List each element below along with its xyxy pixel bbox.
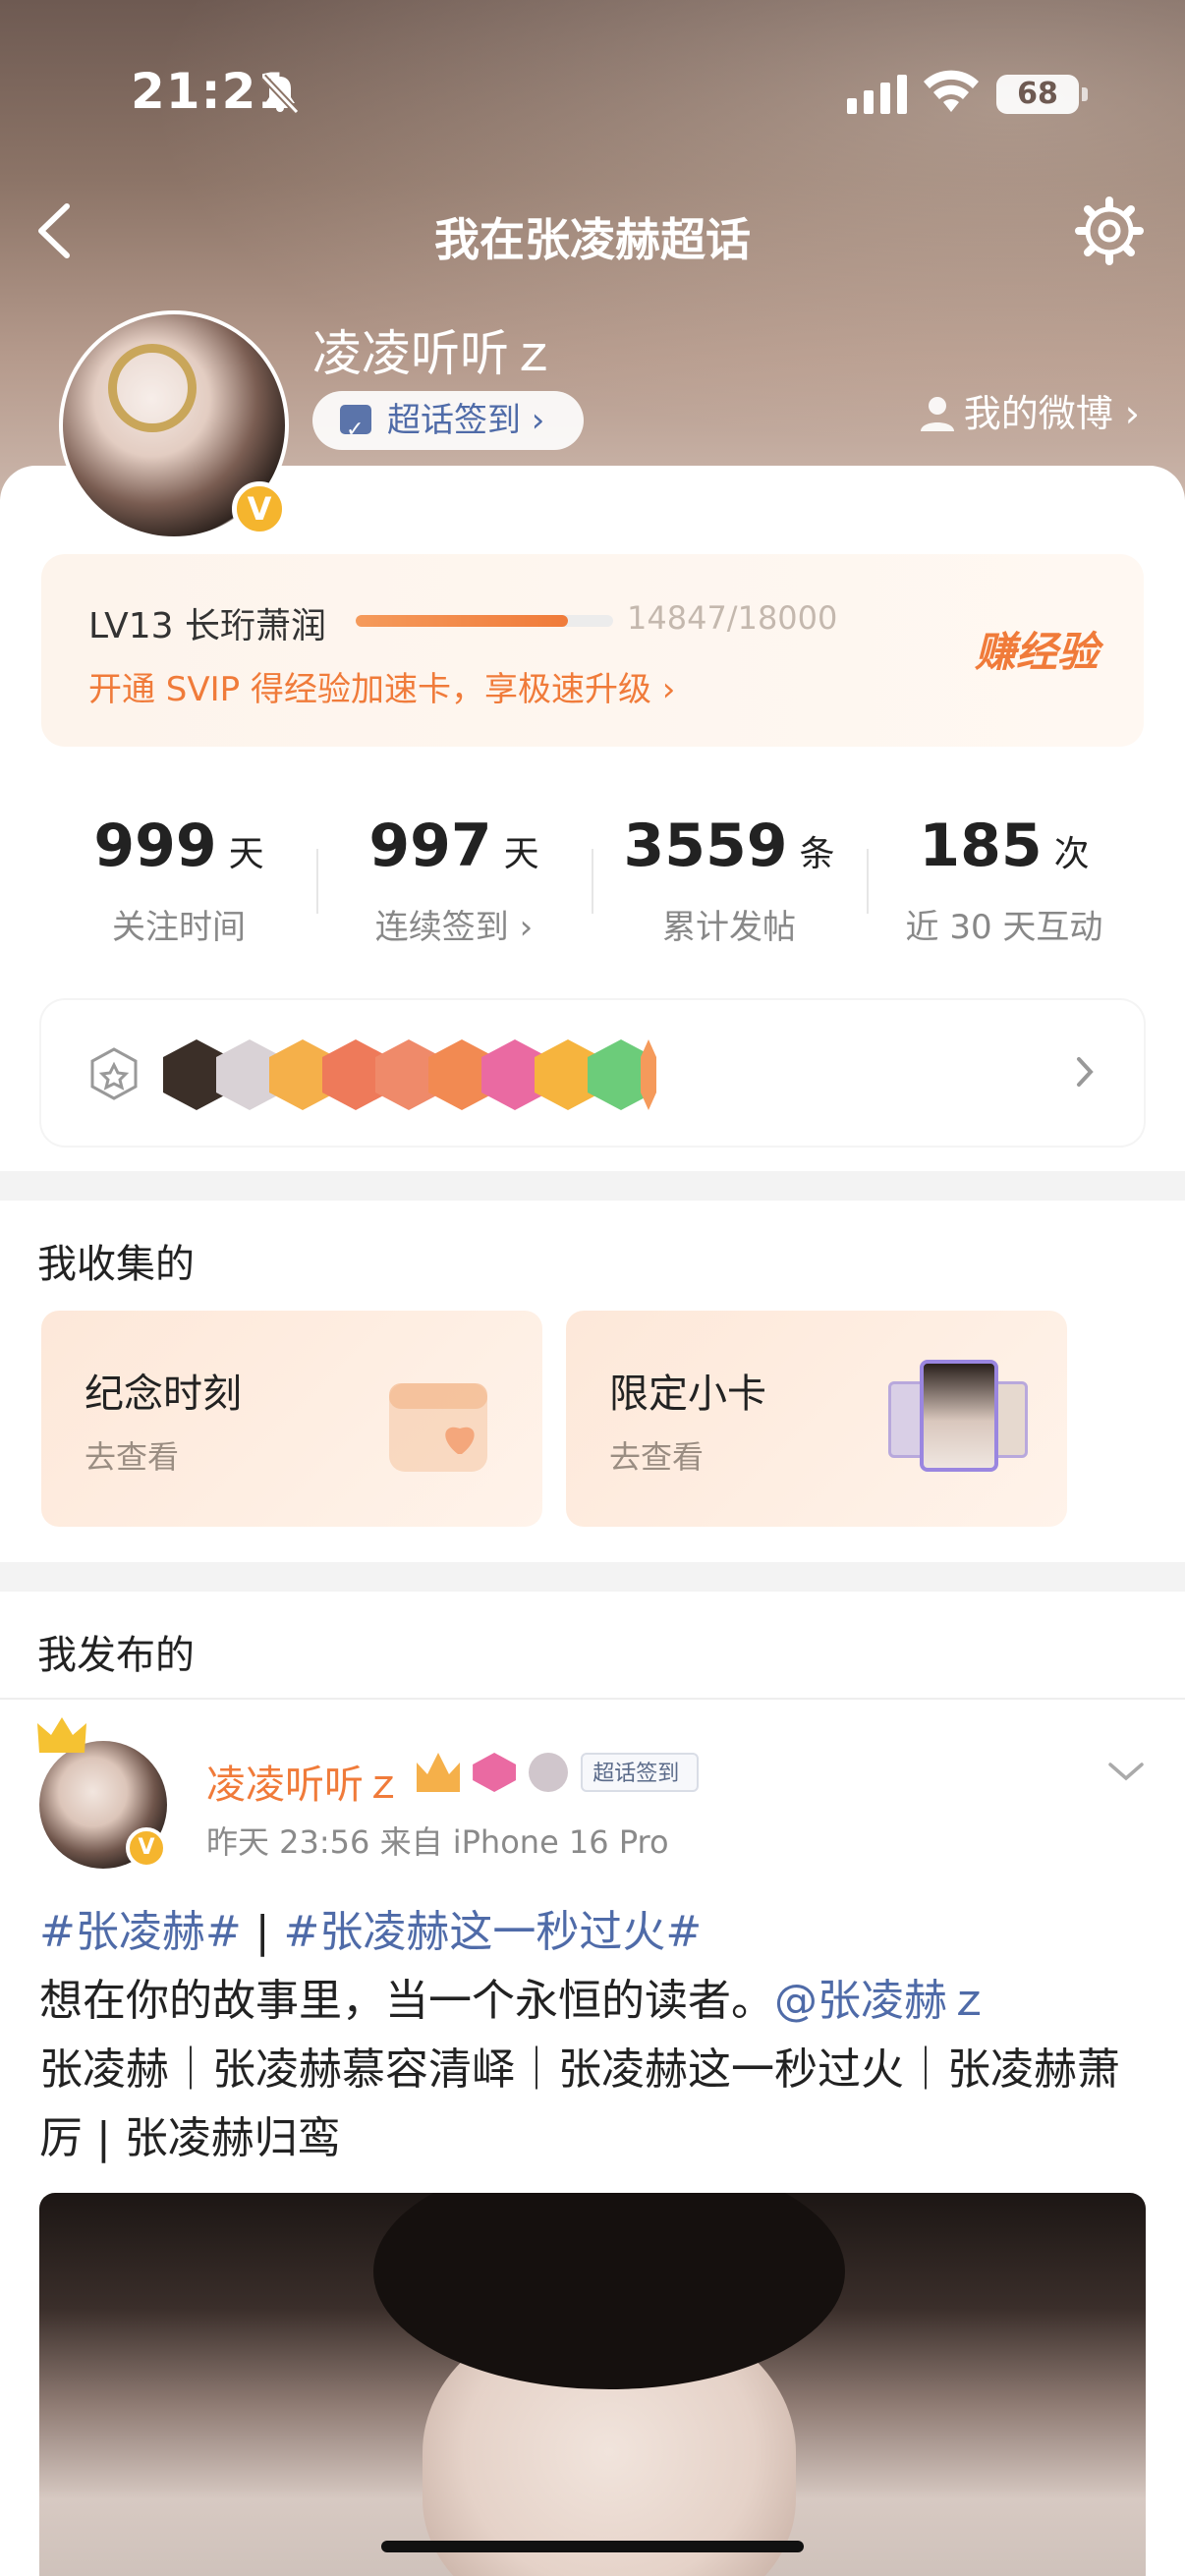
stat-value: 185 (919, 812, 1043, 880)
stat-interactions: 185 次 近 30 天互动 (867, 776, 1142, 969)
signal-icon (847, 75, 907, 114)
gear-icon[interactable] (1075, 196, 1144, 265)
topic-tag[interactable]: #张凌赫这一秒过火# (284, 1907, 703, 1957)
stat-label: 累计发帖 (662, 908, 796, 947)
battery-icon: 68 (996, 75, 1088, 114)
divider (0, 1698, 1185, 1700)
medal-strip[interactable] (41, 1000, 1144, 1146)
post-author-badges: 超话签到 (417, 1753, 706, 1798)
my-weibo-link[interactable]: 我的微博 › (919, 383, 1140, 437)
card-title: 纪念时刻 (85, 1372, 242, 1417)
checkin-label: 超话签到 › (387, 401, 545, 440)
stat-value: 999 (93, 812, 217, 880)
tag-separator: | (241, 1907, 284, 1957)
level-title: LV13 长珩萧润 (88, 606, 326, 646)
profile-username: 凌凌听听ｚ (312, 325, 558, 382)
stat-unit: 条 (799, 834, 835, 874)
card-subtitle: 去查看 (609, 1438, 705, 1476)
card-title: 限定小卡 (609, 1372, 766, 1417)
home-indicator (381, 2541, 804, 2552)
stat-unit: 天 (503, 834, 539, 874)
earn-exp-button[interactable]: 赚经验 (975, 619, 1099, 679)
photo-hair (373, 2193, 845, 2389)
post-text-line: 张凌赫｜张凌赫慕容清峄｜张凌赫这一秒过火｜张凌赫萧厉 | 张凌赫归鸾 (39, 2044, 1120, 2163)
partial-medal-icon[interactable] (641, 1039, 656, 1110)
stat-value: 997 (368, 812, 492, 880)
topic-tag[interactable]: #张凌赫# (39, 1907, 242, 1957)
post-meta: 昨天 23:56 来自 iPhone 16 Pro (206, 1823, 669, 1861)
checkin-badge: 超话签到 (581, 1753, 700, 1792)
level-progress-bar (356, 615, 613, 627)
anime-badge-icon (529, 1753, 569, 1792)
person-icon (920, 396, 954, 431)
bell-off-icon (260, 74, 300, 115)
checkin-badge-label: 超话签到 (592, 1762, 680, 1786)
post-image[interactable] (39, 2193, 1146, 2576)
magnifier-prop (108, 344, 197, 432)
level-panel[interactable]: LV13 长珩萧润 14847/18000 开通 SVIP 得经验加速卡，享极速… (41, 554, 1144, 747)
verified-badge: V (232, 481, 287, 536)
section-divider (0, 1171, 1185, 1201)
photo-cards-icon (888, 1360, 1028, 1478)
memorial-card[interactable]: 纪念时刻 去查看 (41, 1311, 542, 1527)
stat-label: 连续签到 › (374, 908, 534, 947)
stat-follow-days: 999 天 关注时间 (41, 776, 316, 969)
lv13-badge-icon (473, 1753, 517, 1792)
chevron-down-icon[interactable] (1106, 1759, 1146, 1784)
level-progress-text: 14847/18000 (627, 599, 838, 637)
svip-promo-link[interactable]: 开通 SVIP 得经验加速卡，享极速升级 › (88, 662, 675, 710)
status-bar: 21:21 68 (0, 0, 1185, 187)
medal-wall-icon[interactable] (88, 1045, 140, 1102)
published-title: 我发布的 (37, 1633, 195, 1678)
card-subtitle: 去查看 (85, 1438, 180, 1476)
calendar-heart-icon (389, 1383, 487, 1472)
post-author-name[interactable]: 凌凌听听ｚ (206, 1753, 403, 1810)
calendar-check-icon (340, 401, 371, 460)
stat-label: 近 30 天互动 (905, 908, 1103, 947)
stat-checkin-streak[interactable]: 997 天 连续签到 › (316, 776, 592, 969)
level-progress-fill (356, 615, 569, 627)
stat-label: 关注时间 (112, 908, 246, 947)
stat-unit: 次 (1053, 834, 1090, 874)
page-title: 我在张凌赫超话 (434, 213, 751, 266)
my-weibo-label: 我的微博 › (963, 392, 1140, 435)
chevron-right-icon[interactable] (1071, 1049, 1099, 1094)
section-divider (0, 1562, 1185, 1592)
stats-row: 999 天 关注时间 997 天 连续签到 › 3559 条 累计发帖 185 次 近 … (41, 776, 1144, 969)
wifi-icon (924, 70, 979, 112)
collected-title: 我收集的 (37, 1242, 195, 1287)
limited-card[interactable]: 限定小卡 去查看 (566, 1311, 1067, 1527)
post-verified-badge: V (126, 1827, 167, 1869)
stat-total-posts: 3559 条 累计发帖 (592, 776, 867, 969)
checkin-button[interactable]: 超话签到 › (312, 391, 584, 460)
crown-icon (37, 1717, 86, 1753)
nav-bar: 我在张凌赫超话 (0, 187, 1185, 275)
crown-badge-icon (417, 1753, 460, 1792)
stat-unit: 天 (228, 834, 264, 874)
mention-link[interactable]: @张凌赫ｚ (774, 1976, 990, 2026)
post-text-line: 想在你的故事里，当一个永恒的读者。 (39, 1976, 774, 2026)
post-body: #张凌赫# | #张凌赫这一秒过火# 想在你的故事里，当一个永恒的读者。@张凌赫… (39, 1898, 1150, 2173)
stat-value: 3559 (623, 812, 788, 880)
